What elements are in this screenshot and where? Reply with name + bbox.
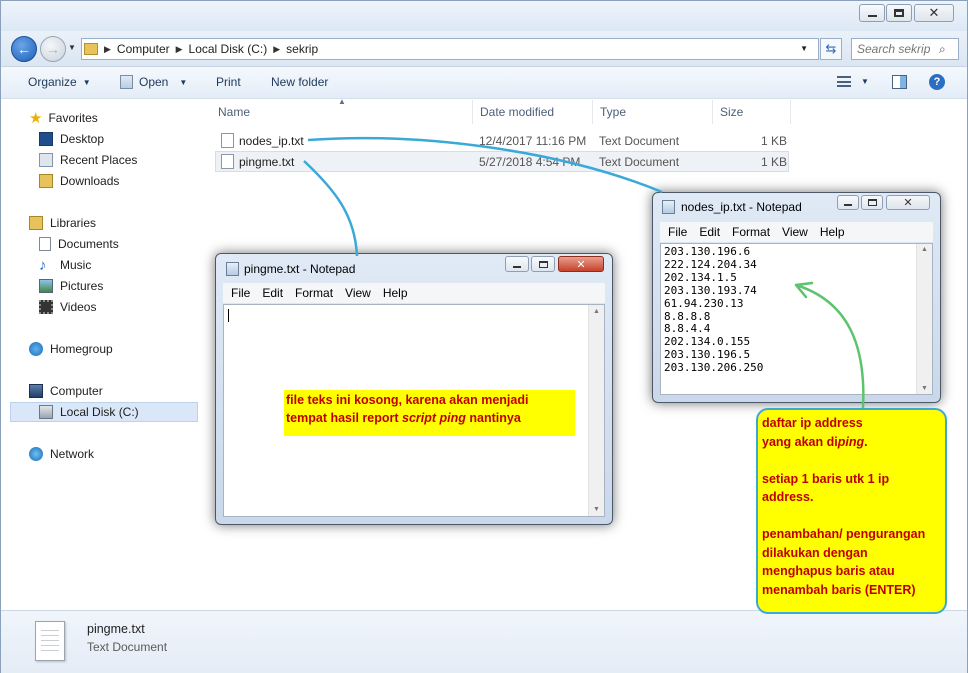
annotation-text-italic: ping	[837, 434, 865, 449]
annotation-line: dilakukan dengan	[762, 545, 868, 560]
arrow-nodes-to-notepad	[307, 136, 663, 194]
annotation-text: nantinya	[465, 411, 521, 425]
annotation-line: menambah baris (ENTER)	[762, 582, 916, 597]
annotation-line: address.	[762, 490, 814, 504]
annotation-line: tempat hasil report script ping nantinya	[286, 409, 573, 427]
annotation-text: tempat hasil report	[286, 411, 402, 425]
annotation-line: penambahan/ pengurangan	[762, 527, 926, 541]
annotation-text: .	[864, 434, 868, 449]
annotation-ip-list: daftar ip address yang akan diping. seti…	[756, 408, 947, 614]
annotation-line: file teks ini kosong, karena akan menjad…	[286, 393, 529, 407]
annotation-line: setiap 1 baris utk 1 ip	[762, 471, 890, 486]
annotation-text-italic: script ping	[402, 411, 466, 425]
annotation-text: yang akan di	[762, 434, 838, 449]
annotation-line: menghapus baris atau	[762, 564, 895, 578]
arrow-note-to-ip-list	[795, 283, 865, 409]
arrow-pingme-to-notepad	[303, 160, 359, 257]
annotation-line: daftar ip address	[762, 416, 863, 430]
annotation-line: yang akan diping.	[762, 433, 941, 452]
annotation-empty-file: file teks ini kosong, karena akan menjad…	[284, 390, 575, 436]
